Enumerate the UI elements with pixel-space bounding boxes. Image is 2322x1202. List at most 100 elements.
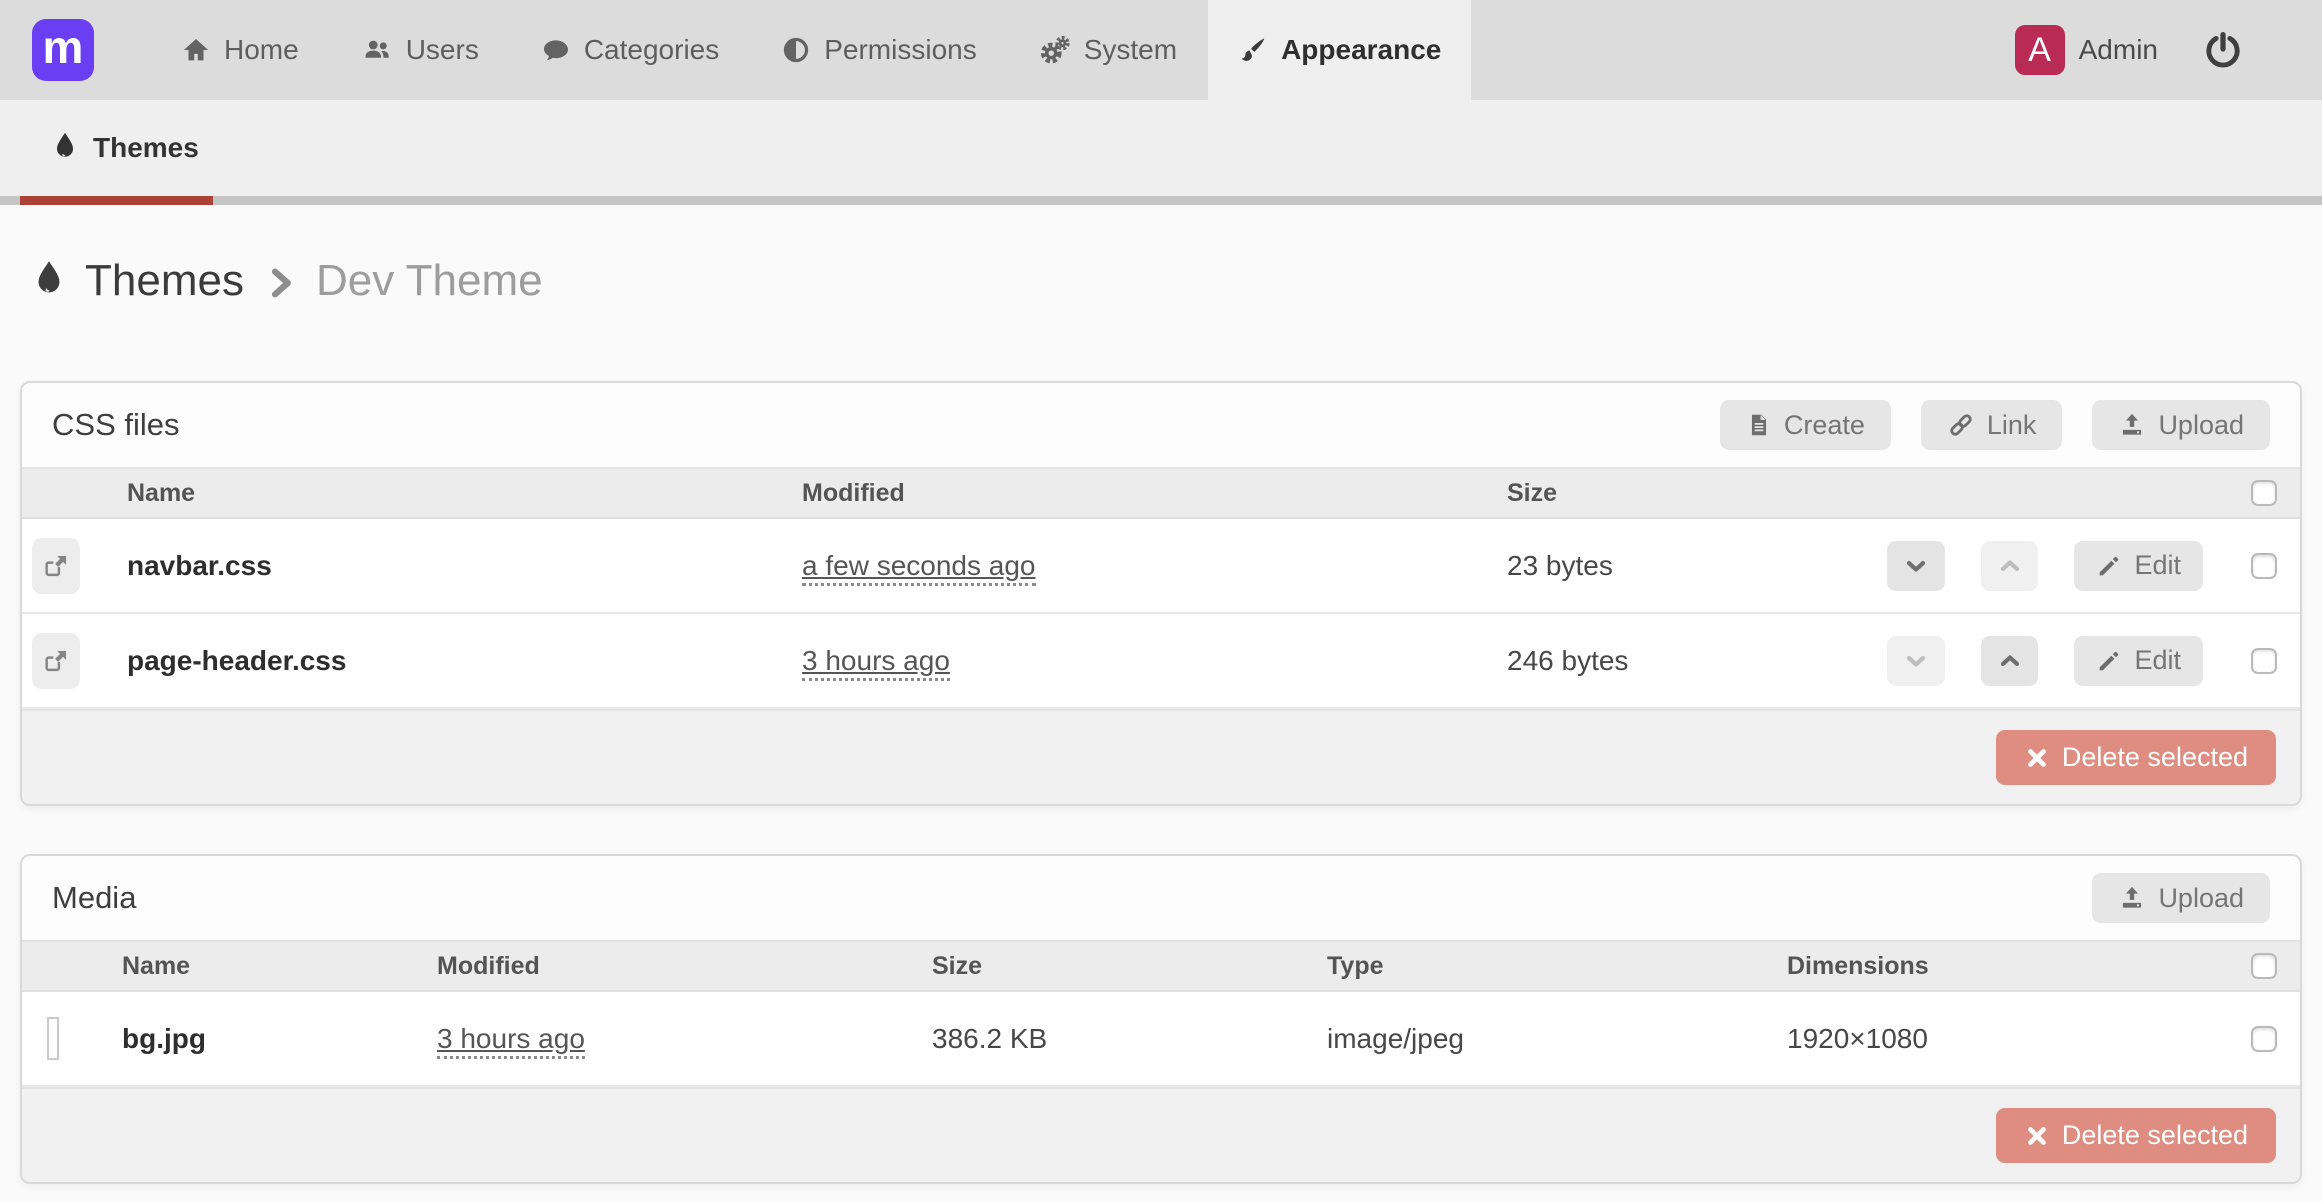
row-checkbox[interactable]	[2251, 1026, 2277, 1052]
nav-item-home[interactable]: Home	[150, 0, 330, 100]
home-icon	[181, 35, 211, 65]
avatar[interactable]: A	[2015, 25, 2065, 75]
media-thumbnail[interactable]	[47, 1017, 59, 1060]
edit-button[interactable]: Edit	[2074, 541, 2203, 591]
column-header-name: Name	[122, 952, 437, 981]
link-button[interactable]: Link	[1921, 400, 2063, 450]
comment-icon	[541, 35, 571, 65]
app-logo[interactable]: m	[32, 19, 94, 81]
media-panel-footer: Delete selected	[22, 1087, 2300, 1182]
delete-selected-button[interactable]: Delete selected	[1996, 730, 2276, 785]
chevron-down-icon	[1902, 647, 1930, 675]
column-header-size: Size	[932, 952, 1327, 981]
breadcrumb-current: Dev Theme	[316, 256, 543, 306]
move-down-button	[1887, 636, 1945, 686]
table-row-navbar-css: navbar.css a few seconds ago 23 bytes Ed…	[22, 519, 2300, 614]
column-header-dimensions: Dimensions	[1787, 952, 2227, 981]
css-files-panel: CSS files Create Link Upload Name Modif	[20, 381, 2302, 806]
file-size: 386.2 KB	[932, 1023, 1327, 1055]
column-header-modified: Modified	[802, 479, 1507, 508]
nav-item-appearance[interactable]: Appearance	[1208, 0, 1471, 100]
link-button-label: Link	[1987, 410, 2037, 441]
logout-button[interactable]	[2202, 29, 2244, 71]
share-button[interactable]	[32, 633, 80, 689]
nav-item-system[interactable]: System	[1008, 0, 1208, 100]
move-up-button	[1981, 541, 2039, 591]
nav-item-label: Home	[224, 34, 299, 66]
file-dimensions: 1920×1080	[1787, 1023, 2227, 1055]
media-table-header: Name Modified Size Type Dimensions	[22, 940, 2300, 992]
row-checkbox[interactable]	[2251, 648, 2277, 674]
nav-item-users[interactable]: Users	[330, 0, 510, 100]
column-header-size: Size	[1507, 479, 1887, 508]
create-button[interactable]: Create	[1720, 400, 1891, 450]
tab-label: Themes	[93, 132, 199, 164]
column-header-name: Name	[127, 479, 802, 508]
share-icon	[42, 647, 70, 675]
user-block: A Admin	[2015, 0, 2244, 100]
users-icon	[361, 35, 393, 65]
file-icon	[1746, 411, 1772, 439]
modified-link[interactable]: a few seconds ago	[802, 550, 1036, 586]
table-row-bg-jpg: bg.jpg 3 hours ago 386.2 KB image/jpeg 1…	[22, 992, 2300, 1087]
share-icon	[42, 552, 70, 580]
pencil-icon	[2096, 648, 2122, 674]
tab-themes[interactable]: Themes	[20, 100, 229, 196]
column-header-modified: Modified	[437, 952, 932, 981]
main-nav: Home Users Categories Permissions System…	[150, 0, 1471, 100]
panel-title: Media	[52, 880, 136, 916]
nav-item-permissions[interactable]: Permissions	[750, 0, 1007, 100]
nav-item-label: Permissions	[824, 34, 976, 66]
file-type: image/jpeg	[1327, 1023, 1787, 1055]
nav-item-label: System	[1084, 34, 1177, 66]
css-table-header: Name Modified Size	[22, 467, 2300, 519]
upload-icon	[2118, 884, 2146, 912]
edit-button-label: Edit	[2134, 550, 2181, 581]
panel-title: CSS files	[52, 407, 179, 443]
nav-item-categories[interactable]: Categories	[510, 0, 750, 100]
active-tab-underline	[20, 196, 213, 205]
pencil-icon	[2096, 553, 2122, 579]
modified-link[interactable]: 3 hours ago	[802, 645, 950, 681]
upload-button-label: Upload	[2158, 883, 2244, 914]
delete-selected-label: Delete selected	[2062, 1120, 2248, 1151]
breadcrumb: Themes Dev Theme	[30, 253, 2302, 309]
table-row-page-header-css: page-header.css 3 hours ago 246 bytes Ed…	[22, 614, 2300, 709]
file-size: 23 bytes	[1507, 550, 1887, 582]
file-name: page-header.css	[127, 645, 802, 677]
upload-button[interactable]: Upload	[2092, 873, 2270, 923]
chevron-up-icon	[1996, 552, 2024, 580]
column-header-type: Type	[1327, 952, 1787, 981]
move-up-button[interactable]	[1981, 636, 2039, 686]
delete-selected-label: Delete selected	[2062, 742, 2248, 773]
file-name: navbar.css	[127, 550, 802, 582]
select-all-checkbox[interactable]	[2251, 953, 2277, 979]
top-navbar: m Home Users Categories Permissions Syst…	[0, 0, 2322, 100]
x-icon	[2024, 1123, 2050, 1149]
edit-button[interactable]: Edit	[2074, 636, 2203, 686]
secondary-navbar: Themes	[0, 100, 2322, 205]
edit-button-label: Edit	[2134, 645, 2181, 676]
link-icon	[1947, 411, 1975, 439]
move-down-button[interactable]	[1887, 541, 1945, 591]
upload-button[interactable]: Upload	[2092, 400, 2270, 450]
nav-item-label: Users	[406, 34, 479, 66]
tab-underline-track	[0, 196, 2322, 205]
tint-icon	[50, 131, 80, 165]
power-icon	[2202, 29, 2244, 71]
file-name: bg.jpg	[122, 1023, 437, 1055]
paintbrush-icon	[1238, 35, 1268, 65]
share-button[interactable]	[32, 538, 80, 594]
chevron-right-icon	[263, 263, 297, 303]
gears-icon	[1039, 35, 1071, 65]
select-all-checkbox[interactable]	[2251, 480, 2277, 506]
breadcrumb-section[interactable]: Themes	[85, 256, 244, 306]
nav-item-label: Categories	[584, 34, 719, 66]
modified-link[interactable]: 3 hours ago	[437, 1023, 585, 1059]
row-checkbox[interactable]	[2251, 553, 2277, 579]
css-panel-footer: Delete selected	[22, 709, 2300, 804]
x-icon	[2024, 745, 2050, 771]
user-name: Admin	[2079, 34, 2158, 66]
tint-icon	[30, 257, 68, 305]
delete-selected-button[interactable]: Delete selected	[1996, 1108, 2276, 1163]
